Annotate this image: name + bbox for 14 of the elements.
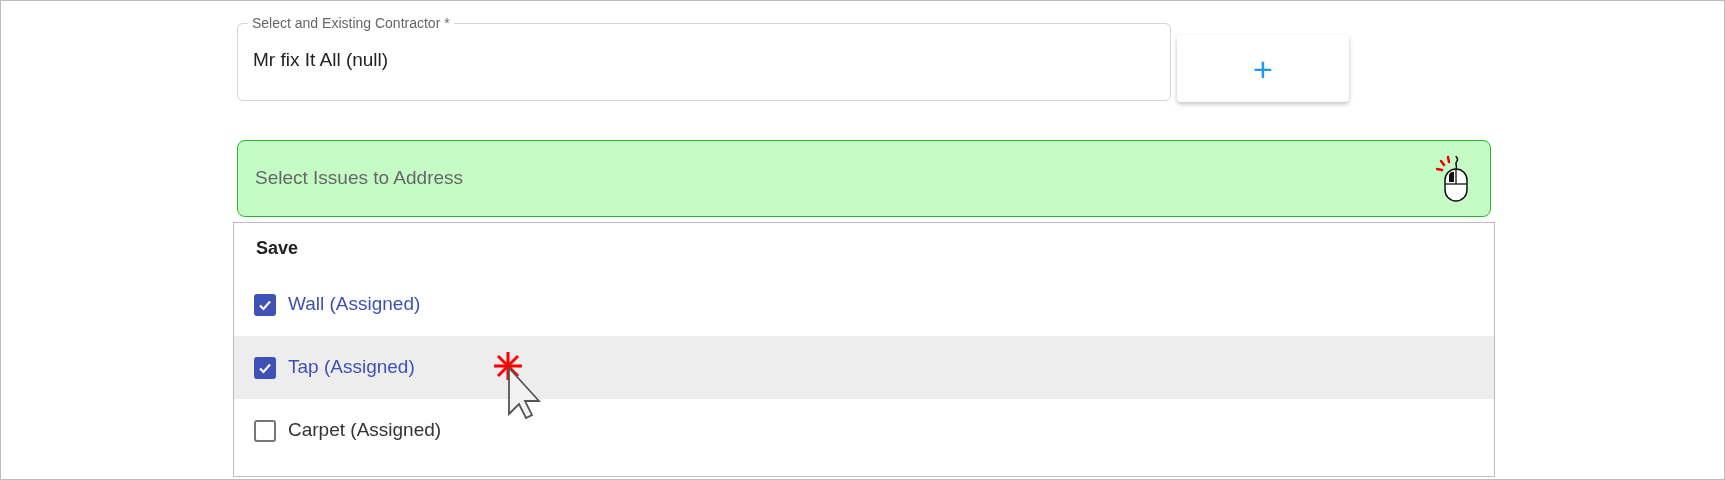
issue-option[interactable]: Tap (Assigned) <box>234 336 1494 399</box>
field-label: Select and Existing Contractor * <box>251 15 451 31</box>
option-label: Carpet (Assigned) <box>288 418 442 443</box>
contractor-field[interactable]: Select and Existing Contractor * Mr fix It All (null) <box>237 15 1171 101</box>
option-label: Tap (Assigned) <box>288 355 415 380</box>
mouse-click-icon <box>1436 154 1470 203</box>
checkbox[interactable] <box>254 419 276 442</box>
checkbox[interactable] <box>254 356 276 379</box>
checkbox[interactable] <box>254 293 276 316</box>
save-option[interactable]: Save <box>256 234 299 262</box>
placeholder-text: Select Issues to Address <box>255 166 464 191</box>
option-label: Wall (Assigned) <box>288 292 421 317</box>
issues-select-field[interactable]: Select Issues to Address <box>237 140 1491 217</box>
field-value: Mr fix It All (null) <box>253 47 389 72</box>
